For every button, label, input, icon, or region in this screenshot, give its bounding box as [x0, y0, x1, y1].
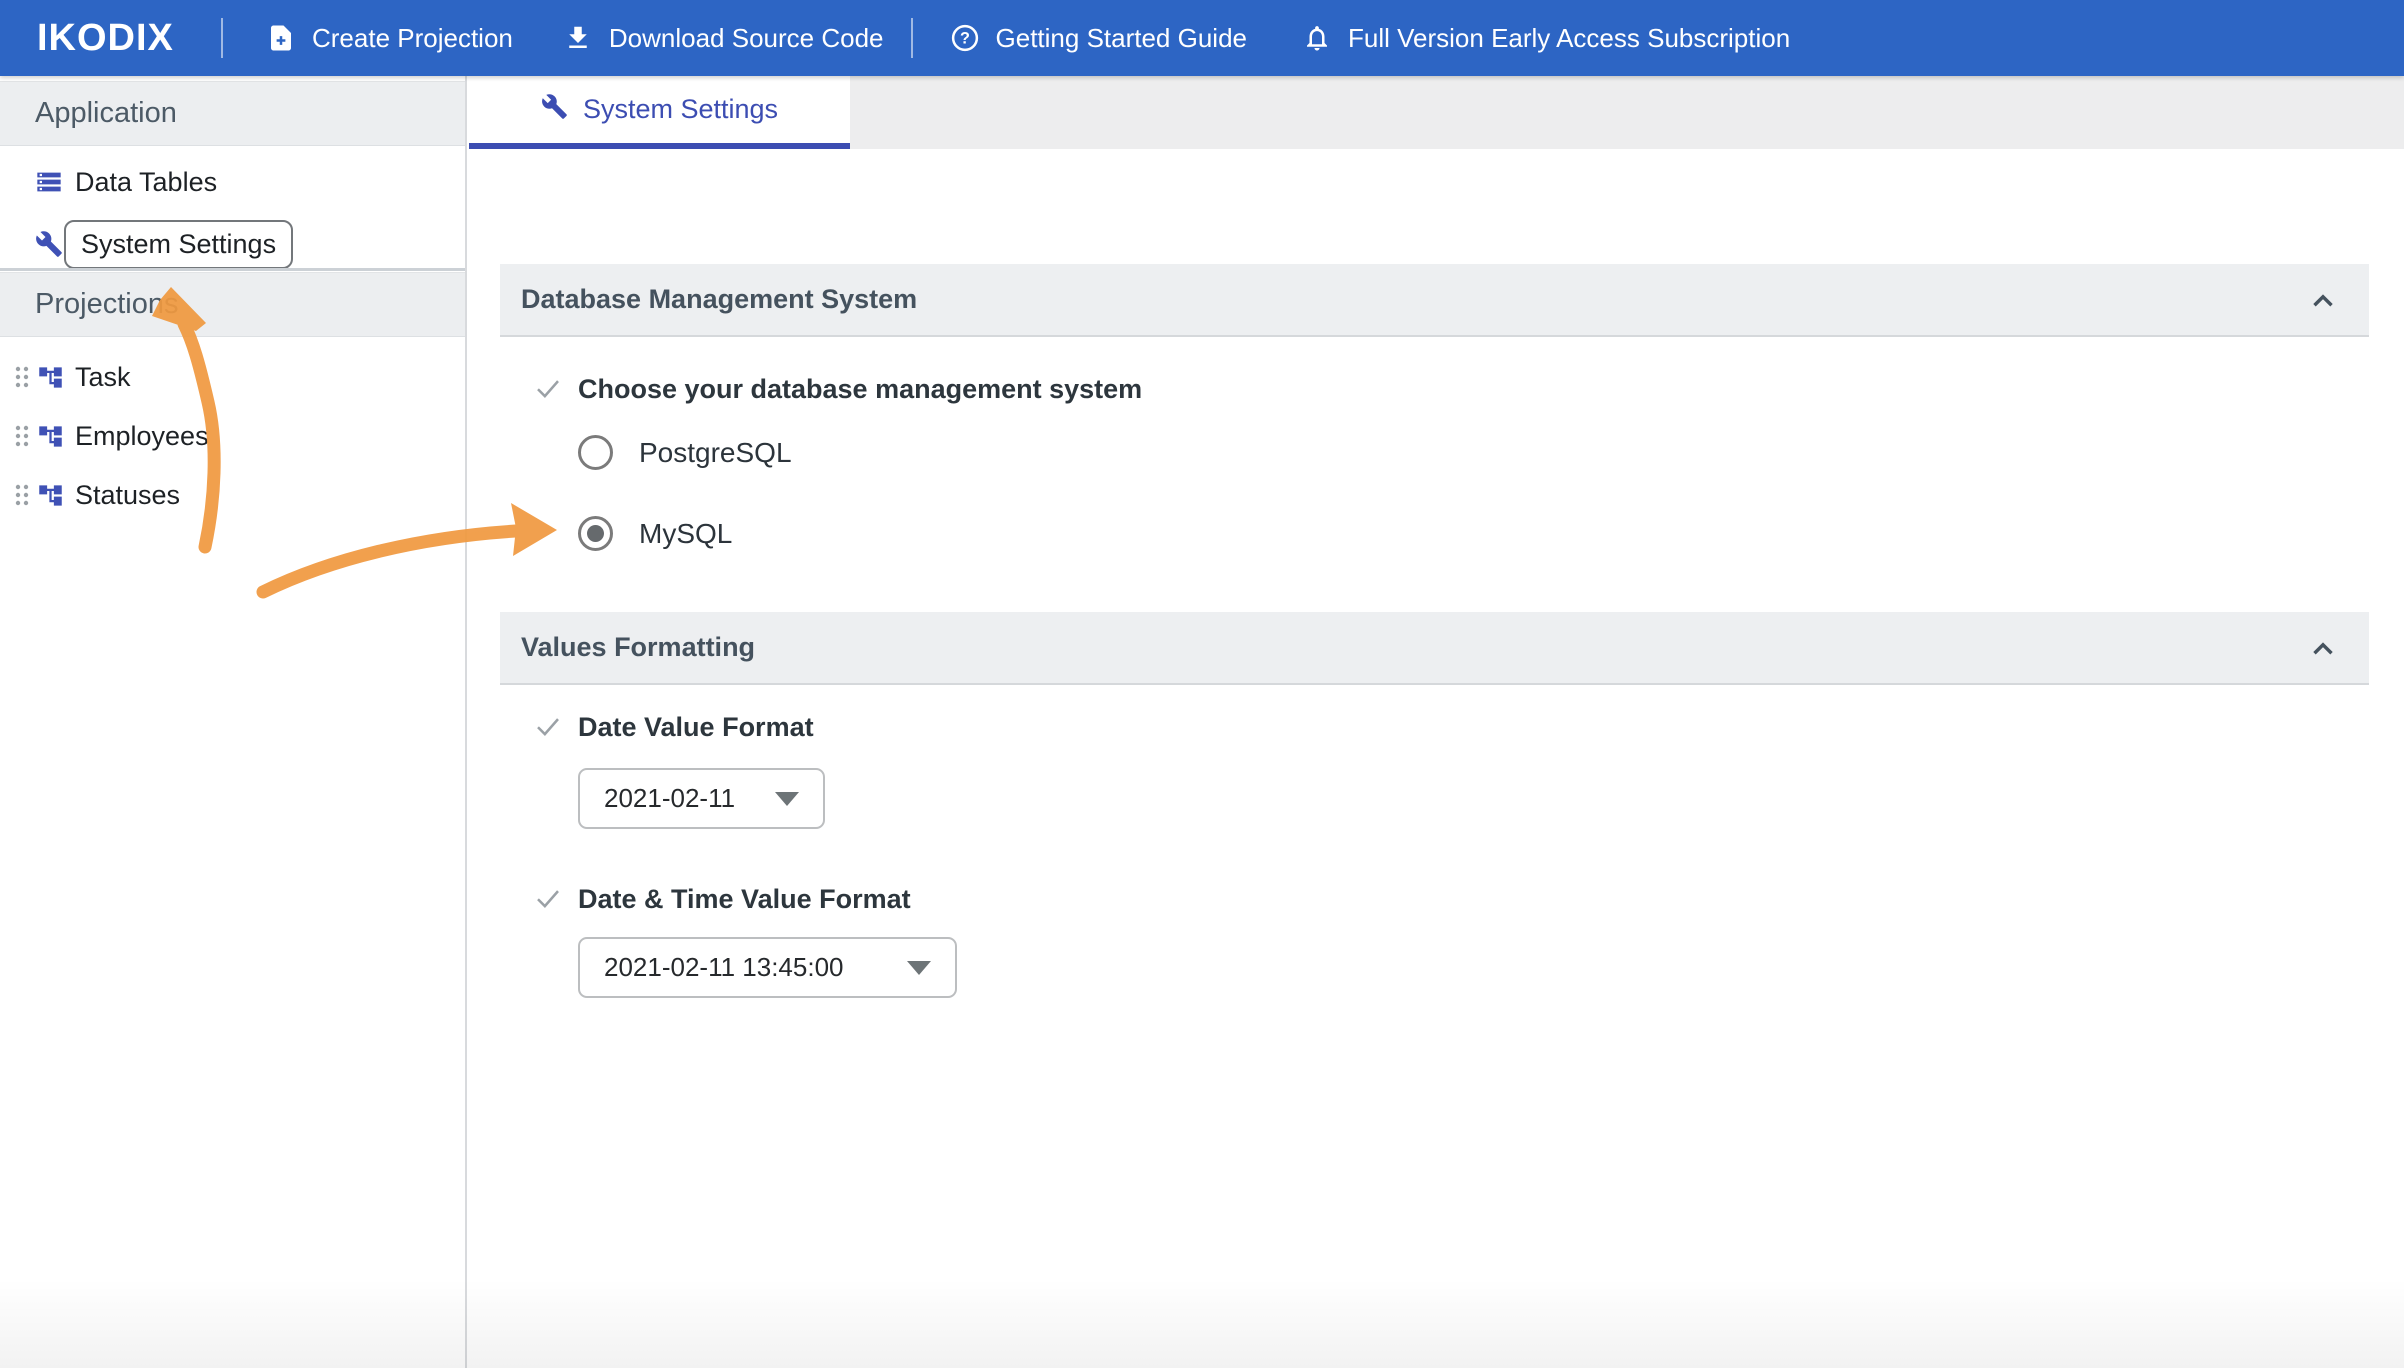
radio-label: MySQL [639, 518, 732, 550]
sidebar-item-label: Employees [75, 421, 209, 452]
wrench-icon [541, 93, 568, 127]
drag-handle-icon[interactable] [12, 482, 32, 508]
sidebar-item-label: Task [75, 362, 131, 393]
tab-system-settings[interactable]: System Settings [469, 76, 850, 149]
sidebar-divider [0, 268, 465, 271]
panel-database-management: Database Management System Choose your d… [500, 264, 2369, 551]
sidebar-item-task[interactable]: Task [0, 351, 465, 403]
radio-option-mysql[interactable]: MySQL [500, 516, 2369, 551]
bell-icon [1302, 23, 1332, 53]
section-title-projections: Projections [35, 288, 178, 321]
sidebar-section-projections: Projections [0, 272, 465, 337]
radio-option-postgresql[interactable]: PostgreSQL [500, 435, 2369, 470]
top-navigation-bar: IKODIX Create Projection Download Source… [0, 0, 2404, 76]
caret-down-icon [907, 961, 931, 975]
tree-icon [37, 423, 64, 450]
sidebar-item-employees[interactable]: Employees [0, 410, 465, 462]
check-icon [533, 883, 563, 913]
sidebar-section-application: Application [0, 81, 465, 146]
panel-title: Database Management System [521, 284, 917, 315]
drag-handle-icon[interactable] [12, 423, 32, 449]
sidebar-item-system-settings[interactable]: System Settings [0, 218, 465, 270]
getting-started-label: Getting Started Guide [996, 23, 1247, 54]
check-icon [533, 373, 563, 403]
tree-icon [37, 482, 64, 509]
topbar-divider [221, 18, 223, 58]
tab-label: System Settings [583, 94, 778, 125]
drag-handle-icon[interactable] [12, 364, 32, 390]
panel-header-database-management[interactable]: Database Management System [500, 264, 2369, 337]
section-title-application: Application [35, 97, 177, 130]
note-add-icon [266, 23, 296, 53]
question-row: Choose your database management system [500, 373, 2369, 405]
date-format-label: Date Value Format [578, 711, 814, 743]
chevron-up-icon[interactable] [2305, 632, 2341, 666]
radio-unselected-icon[interactable] [578, 435, 613, 470]
datetime-format-select[interactable]: 2021-02-11 13:45:00 [578, 937, 957, 998]
field-label-row: Date & Time Value Format [500, 883, 2369, 915]
datetime-format-value: 2021-02-11 13:45:00 [604, 952, 844, 983]
getting-started-button[interactable]: ? Getting Started Guide [950, 23, 1247, 54]
download-source-label: Download Source Code [609, 23, 884, 54]
early-access-button[interactable]: Full Version Early Access Subscription [1302, 23, 1790, 54]
tab-strip: System Settings [469, 76, 2404, 149]
app-logo: IKODIX [37, 17, 177, 60]
wrench-icon [35, 230, 63, 258]
download-icon [563, 23, 593, 53]
date-format-value: 2021-02-11 [604, 783, 735, 814]
sidebar-item-label: Data Tables [75, 167, 217, 198]
download-source-button[interactable]: Download Source Code [563, 23, 884, 54]
early-access-label: Full Version Early Access Subscription [1348, 23, 1790, 54]
date-format-select[interactable]: 2021-02-11 [578, 768, 825, 829]
create-projection-label: Create Projection [312, 23, 513, 54]
sidebar: Application Data Tables System Settings … [0, 76, 467, 1368]
sidebar-item-data-tables[interactable]: Data Tables [0, 156, 465, 208]
panel-header-values-formatting[interactable]: Values Formatting [500, 612, 2369, 685]
sidebar-item-label: Statuses [75, 480, 180, 511]
radio-label: PostgreSQL [639, 437, 792, 469]
panel-values-formatting: Values Formatting Date Value Format 2021… [500, 612, 2369, 998]
datetime-format-label: Date & Time Value Format [578, 883, 911, 915]
storage-icon [35, 168, 63, 196]
radio-selected-icon[interactable] [578, 516, 613, 551]
chevron-up-icon[interactable] [2305, 284, 2341, 318]
topbar-divider [911, 18, 913, 58]
create-projection-button[interactable]: Create Projection [266, 23, 513, 54]
caret-down-icon [775, 792, 799, 806]
sidebar-item-statuses[interactable]: Statuses [0, 469, 465, 521]
field-label-row: Date Value Format [500, 711, 2369, 743]
sidebar-item-label-focused: System Settings [64, 220, 293, 269]
check-icon [533, 711, 563, 741]
question-label: Choose your database management system [578, 373, 1142, 405]
panel-title: Values Formatting [521, 632, 755, 663]
tree-icon [37, 364, 64, 391]
help-icon: ? [950, 23, 980, 53]
svg-text:?: ? [960, 30, 970, 48]
